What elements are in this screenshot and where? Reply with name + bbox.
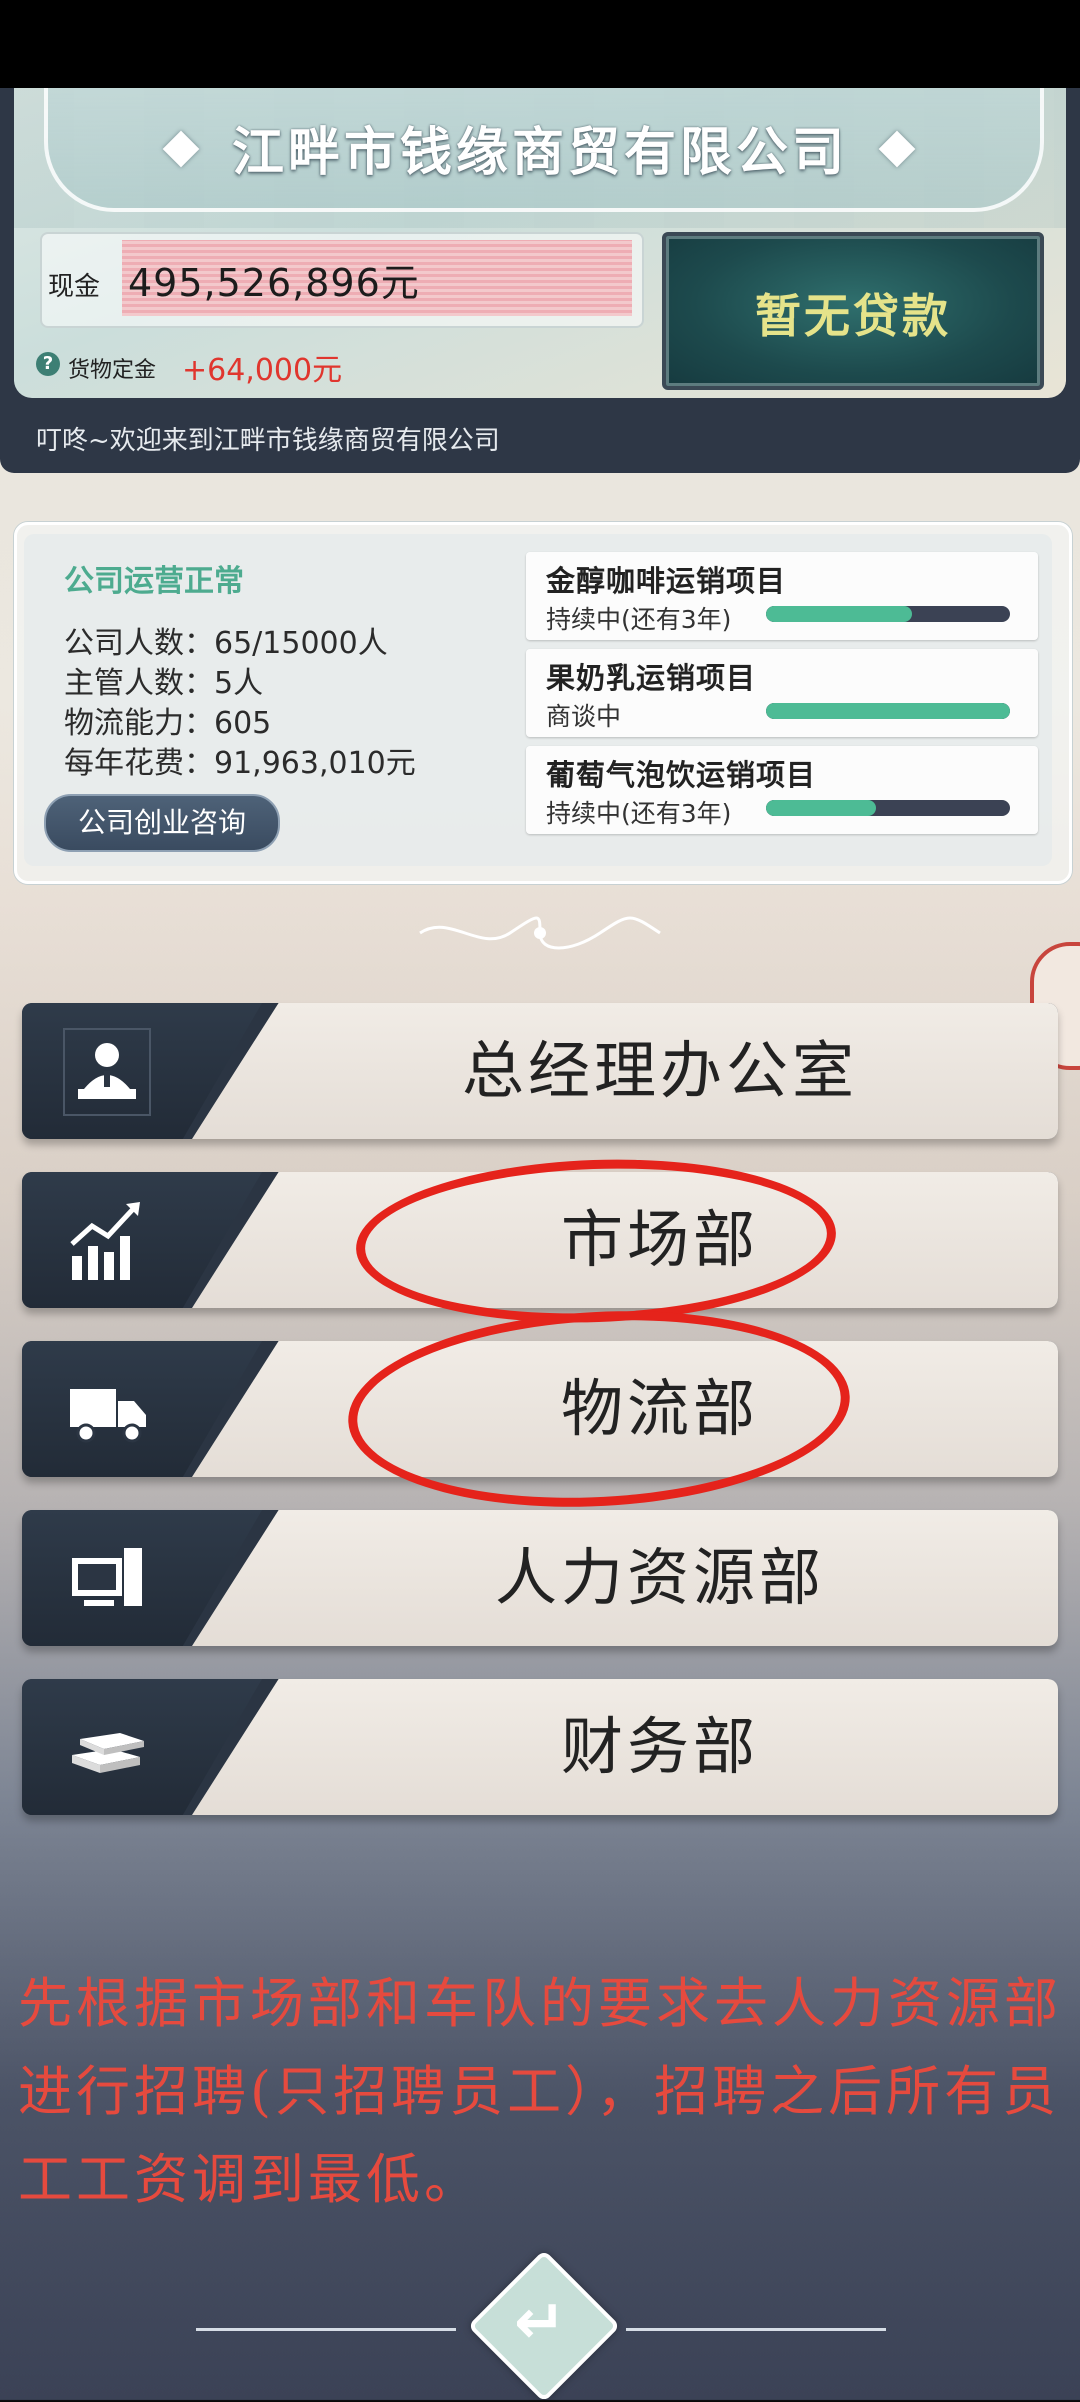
deposit-value: +64,000元 [182,353,343,388]
project-progress-fill [766,800,876,816]
annotation-circle-logistics [343,1298,855,1520]
ornament-divider [419,916,661,950]
chart-icon [70,1202,140,1280]
project-progress-fill [766,703,1010,719]
dept-button-general-manager[interactable]: 总经理办公室 [22,1003,1058,1139]
back-icon: ↵ [514,2285,566,2358]
project-status: 持续中(还有3年) [546,605,732,634]
dept-button-hr[interactable]: 人力资源部 [22,1510,1058,1646]
computer-icon [72,1548,142,1606]
project-progress-bar [766,703,1010,719]
money-icon [72,1733,144,1773]
project-name: 金醇咖啡运销项目 [546,564,787,598]
status-title: 公司运营正常 [64,564,244,599]
dept-label: 总经理办公室 [461,1034,858,1107]
stat-staff-count: 公司人数：65/15000人 [64,626,388,661]
consult-button[interactable]: 公司创业咨询 [44,794,280,852]
project-item[interactable]: 果奶乳运销项目 商谈中 [526,649,1038,737]
company-title: 江畔市钱缘商贸有限公司 [231,123,848,183]
manager-icon [63,1028,151,1116]
cash-label: 现金 [48,272,101,302]
project-name: 果奶乳运销项目 [546,661,757,695]
project-progress-bar [766,800,1010,816]
truck-icon [70,1389,146,1443]
project-status: 持续中(还有3年) [546,799,732,828]
project-item[interactable]: 葡萄气泡饮运销项目 持续中(还有3年) [526,746,1038,834]
help-icon[interactable]: ? [36,352,60,376]
instruction-note: 先根据市场部和车队的要求去人力资源部进行招聘(只招聘员工），招聘之后所有员工工资… [18,1972,1062,2211]
stat-annual-cost: 每年花费：91,963,010元 [64,746,416,781]
cash-value: 495,526,896元 [128,261,420,305]
decor-line-left [196,2328,456,2331]
dept-label: 财务部 [560,1710,759,1783]
loan-button-label: 暂无贷款 [755,289,951,343]
project-item[interactable]: 金醇咖啡运销项目 持续中(还有3年) [526,552,1038,640]
welcome-message: 叮咚~欢迎来到江畔市钱缘商贸有限公司 [36,426,500,456]
project-name: 葡萄气泡饮运销项目 [546,758,817,792]
project-status: 商谈中 [546,702,622,731]
deposit-label: 货物定金 [68,358,157,383]
decor-line-right [626,2328,886,2331]
stat-logistics-capacity: 物流能力：605 [64,706,272,741]
stat-manager-count: 主管人数：5人 [64,666,264,701]
project-progress-fill [766,606,913,622]
status-bar [0,0,1080,88]
dept-button-finance[interactable]: 财务部 [22,1679,1058,1815]
project-progress-bar [766,606,1010,622]
dept-label: 人力资源部 [494,1541,825,1614]
